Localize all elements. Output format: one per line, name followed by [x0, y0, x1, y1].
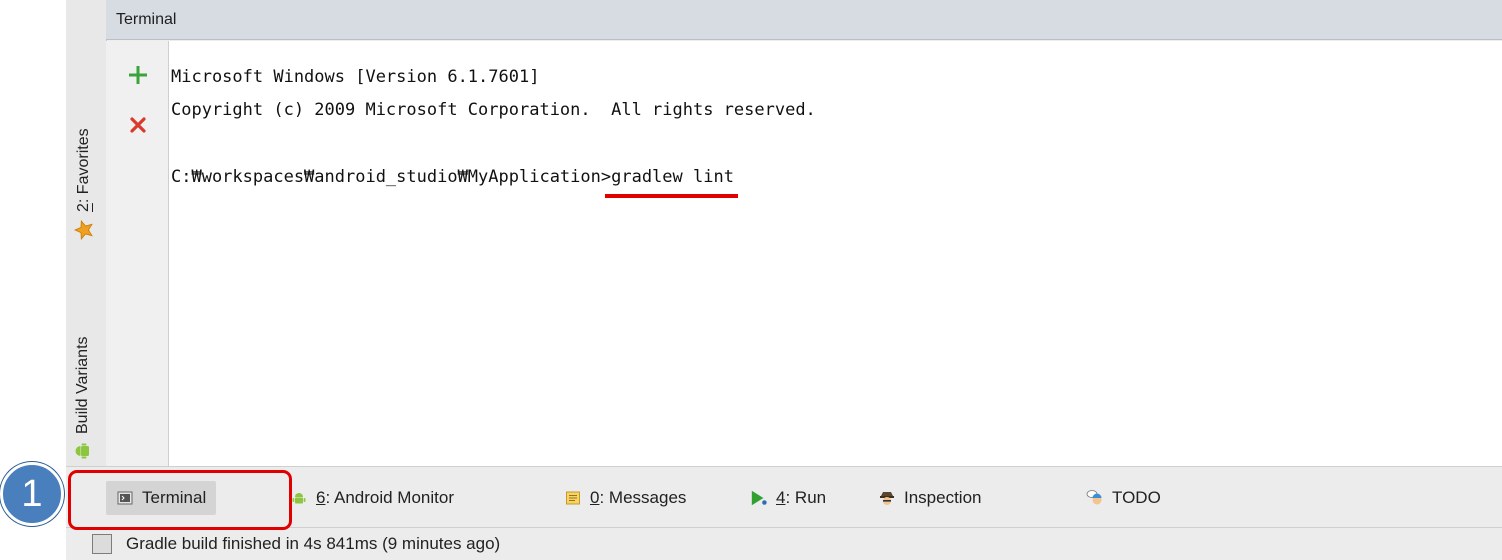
close-icon — [128, 115, 148, 139]
console-prompt-line: C:₩workspaces₩android_studio₩MyApplicati… — [171, 161, 1502, 198]
favorites-tab-number: 2 — [75, 203, 92, 212]
console-line: Microsoft Windows [Version 6.1.7601] — [171, 67, 540, 87]
terminal-actions — [106, 41, 169, 466]
tab-android-monitor-label: : Android Monitor — [325, 488, 454, 507]
messages-icon — [564, 489, 582, 507]
console-prompt: C:₩workspaces₩android_studio₩MyApplicati… — [171, 167, 612, 187]
terminal-tab-highlight — [68, 470, 292, 530]
android-icon — [290, 489, 308, 507]
tab-inspection-label: Inspection — [904, 488, 982, 507]
step-badge: 1 — [0, 462, 64, 526]
command-highlight-underline — [605, 194, 738, 198]
favorites-tab[interactable]: 2: Favorites — [73, 72, 94, 241]
status-bar: Gradle build finished in 4s 841ms (9 min… — [66, 528, 1502, 560]
tab-run-label: : Run — [785, 488, 827, 507]
tab-run[interactable]: 4: Run — [740, 481, 836, 515]
panel-title: Terminal — [116, 10, 177, 28]
tab-todo[interactable]: TODO — [1076, 481, 1171, 515]
tab-messages[interactable]: 0: Messages — [554, 481, 696, 515]
terminal-console[interactable]: Microsoft Windows [Version 6.1.7601] Cop… — [169, 41, 1502, 466]
new-session-button[interactable] — [124, 63, 152, 91]
tool-windows-toggle-button[interactable] — [92, 534, 112, 554]
add-icon — [127, 64, 149, 90]
tab-messages-label: : Messages — [599, 488, 687, 507]
close-session-button[interactable] — [124, 113, 152, 141]
console-line: Copyright (c) 2009 Microsoft Corporation… — [171, 100, 816, 120]
inspection-icon — [878, 489, 896, 507]
run-icon — [750, 489, 768, 507]
build-variants-tab-label: Build Variants — [74, 336, 91, 434]
star-icon — [73, 219, 94, 241]
status-text: Gradle build finished in 4s 841ms (9 min… — [126, 534, 501, 553]
terminal-panel-header: Terminal — [106, 0, 1502, 40]
todo-icon — [1086, 489, 1104, 507]
favorites-tab-label: : Favorites — [75, 128, 92, 204]
console-command-text: gradlew lint — [611, 167, 734, 187]
build-variants-tab[interactable]: Build Variants — [74, 270, 92, 460]
tab-todo-label: TODO — [1112, 488, 1161, 507]
left-tool-strip: 2: Favorites Build Variants — [66, 0, 107, 466]
tab-inspection[interactable]: Inspection — [868, 481, 992, 515]
console-command: gradlew lint — [605, 161, 738, 198]
tab-android-monitor[interactable]: 6: Android Monitor — [280, 481, 464, 515]
android-icon — [74, 442, 92, 460]
